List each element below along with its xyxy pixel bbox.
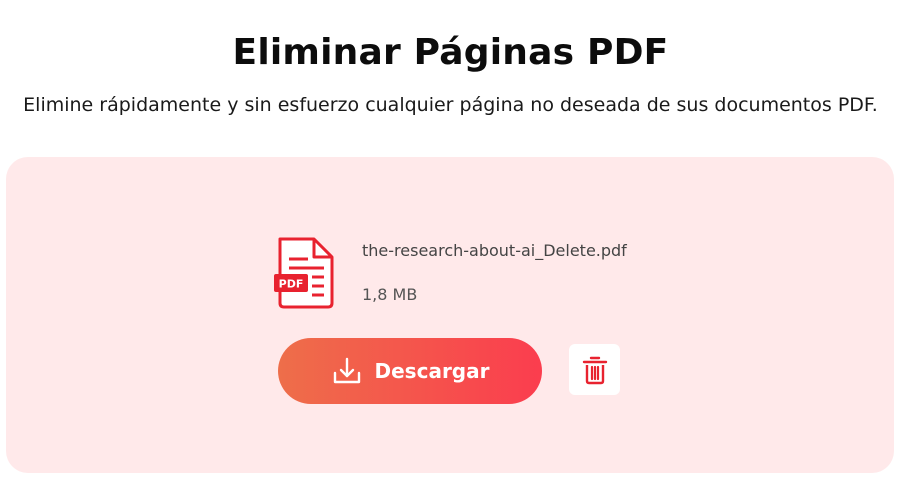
delete-button[interactable] <box>569 344 620 395</box>
file-size: 1,8 MB <box>362 285 418 304</box>
page: Eliminar Páginas PDF Elimine rápidamente… <box>0 0 901 480</box>
download-icon <box>333 357 360 384</box>
pdf-file-icon: PDF <box>274 237 334 309</box>
file-name: the-research-about-ai_Delete.pdf <box>362 241 627 260</box>
result-panel <box>6 157 894 473</box>
page-title: Eliminar Páginas PDF <box>232 32 669 73</box>
trash-icon <box>582 356 607 384</box>
download-button[interactable]: Descargar <box>278 338 542 404</box>
pdf-badge-label: PDF <box>279 278 304 291</box>
page-subtitle: Elimine rápidamente y sin esfuerzo cualq… <box>23 94 878 116</box>
download-label: Descargar <box>374 359 490 383</box>
